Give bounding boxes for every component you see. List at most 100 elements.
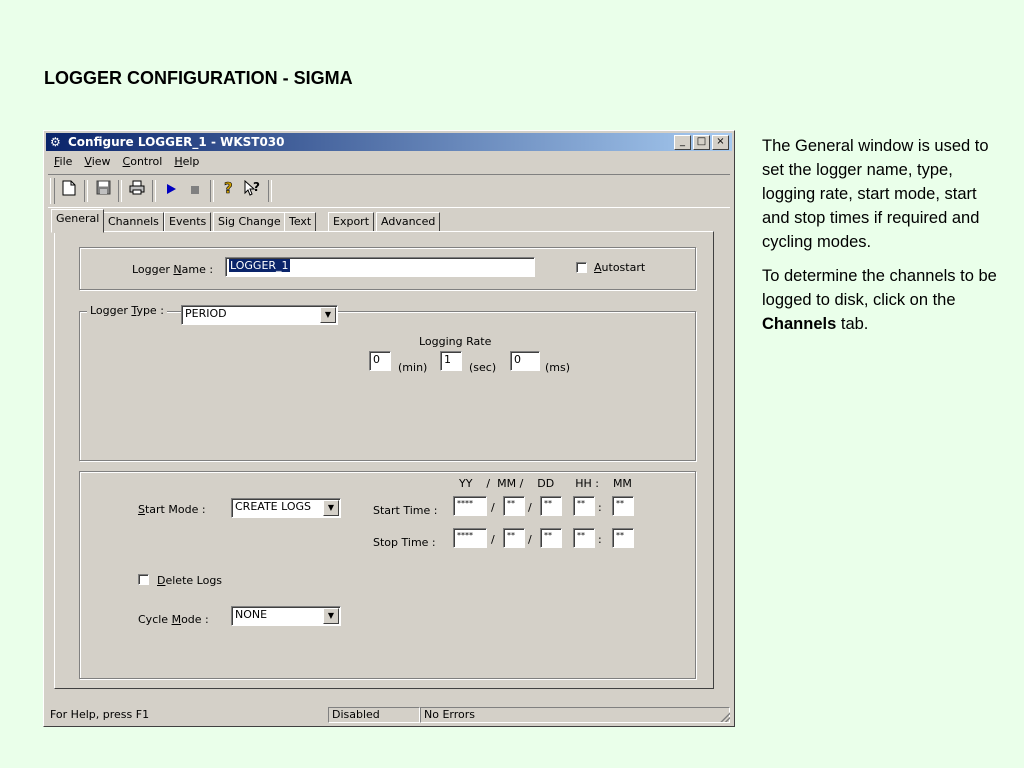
window-title: Configure LOGGER_1 - WKST030 — [68, 135, 285, 149]
menu-help-label: elp — [182, 155, 200, 168]
cycle-mode-value: NONE — [235, 608, 268, 621]
chevron-down-icon[interactable]: ▼ — [320, 307, 336, 323]
logger-name-input[interactable]: LOGGER_1 — [225, 257, 535, 277]
autostart-checkbox[interactable] — [576, 262, 587, 273]
start-mode-label-key: S — [138, 503, 145, 516]
logging-rate-label: Logging Rate — [419, 335, 492, 348]
time-separator: : — [598, 533, 602, 546]
chevron-down-icon[interactable]: ▼ — [323, 608, 339, 624]
logger-type-label-post: ype : — [136, 304, 164, 317]
start-time-label: Start Time : — [373, 504, 438, 517]
tab-text[interactable]: Text — [284, 212, 317, 232]
start-time-month-input[interactable]: ** — [503, 496, 525, 516]
context-help-icon[interactable]: ? — [242, 179, 264, 202]
menu-file[interactable]: File — [48, 153, 78, 171]
cycle-mode-label-post: ode : — [181, 613, 209, 626]
description-bold-channels: Channels — [762, 315, 837, 333]
toolbar-separator — [210, 180, 214, 202]
resize-grip-icon[interactable] — [718, 710, 730, 722]
delete-logs-checkbox[interactable] — [138, 574, 149, 585]
slide-title: LOGGER CONFIGURATION - SIGMA — [44, 68, 353, 88]
play-icon[interactable] — [160, 180, 182, 202]
stop-time-hour-input[interactable]: ** — [573, 528, 595, 548]
stop-icon[interactable] — [184, 180, 206, 202]
print-icon[interactable] — [126, 180, 148, 202]
tab-advanced[interactable]: Advanced — [376, 212, 441, 232]
chevron-down-icon[interactable]: ▼ — [323, 500, 339, 516]
stop-time-day-input[interactable]: ** — [540, 528, 562, 548]
logger-name-value: LOGGER_1 — [229, 259, 290, 272]
tab-export[interactable]: Export — [328, 212, 375, 232]
tab-events[interactable]: Events — [164, 212, 212, 232]
configure-window: ⚙ Configure LOGGER_1 - WKST030 _ □ × Fil… — [43, 130, 735, 727]
description-text: To determine the channels to be logged t… — [762, 267, 997, 309]
menu-help-key: H — [174, 155, 183, 168]
logger-type-label-pre: Logger — [90, 304, 132, 317]
toolbar-separator — [84, 180, 88, 202]
tab-general[interactable]: General — [51, 209, 105, 233]
minimize-button[interactable]: _ — [674, 135, 691, 150]
menu-control-label: ontrol — [130, 155, 163, 168]
logging-rate-min-input[interactable]: 0 — [369, 351, 391, 371]
cycle-mode-select[interactable]: NONE ▼ — [231, 606, 341, 626]
logger-name-label-post: ame : — [181, 263, 214, 276]
logger-type-label: Logger Type : — [87, 304, 167, 318]
save-icon[interactable] — [92, 180, 114, 202]
app-icon: ⚙ — [50, 135, 61, 149]
tab-channels[interactable]: Channels — [103, 212, 164, 232]
menu-view[interactable]: View — [78, 153, 116, 171]
help-icon[interactable]: ? — [218, 179, 240, 202]
close-button[interactable]: × — [712, 135, 729, 150]
logging-rate-min-unit: (min) — [398, 361, 428, 374]
toolbar-separator — [268, 180, 272, 202]
logger-type-select[interactable]: PERIOD ▼ — [181, 305, 338, 325]
tab-sig-change[interactable]: Sig Change — [213, 212, 286, 232]
start-time-hour-input[interactable]: ** — [573, 496, 595, 516]
stop-time-label: Stop Time : — [373, 536, 436, 549]
menu-file-label: ile — [59, 155, 73, 168]
logging-rate-sec-input[interactable]: 1 — [440, 351, 462, 371]
logging-rate-ms-input[interactable]: 0 — [510, 351, 540, 371]
logger-name-label: Logger Name : — [132, 263, 213, 277]
date-separator: / — [491, 501, 495, 514]
general-tab-panel: Logger Name : LOGGER_1 Autostart Logger … — [54, 231, 714, 689]
autostart-label-key: A — [594, 261, 602, 274]
status-bar: For Help, press F1 Disabled No Errors — [46, 706, 732, 724]
stop-time-month-input[interactable]: ** — [503, 528, 525, 548]
toolbar-separator — [118, 180, 122, 202]
cycle-mode-label-pre: Cycle — [138, 613, 172, 626]
maximize-button[interactable]: □ — [693, 135, 710, 150]
toolbar-grip[interactable] — [50, 178, 55, 204]
status-state: Disabled — [328, 707, 420, 723]
toolbar: ? ? — [48, 174, 730, 208]
description-text-end: tab. — [836, 315, 869, 333]
cycle-mode-label-key: M — [171, 613, 182, 626]
logger-type-group — [79, 311, 696, 461]
new-document-icon[interactable] — [58, 180, 80, 202]
svg-text:?: ? — [253, 180, 260, 194]
start-mode-select[interactable]: CREATE LOGS ▼ — [231, 498, 341, 518]
logging-rate-sec-unit: (sec) — [469, 361, 497, 374]
window-titlebar[interactable]: ⚙ Configure LOGGER_1 - WKST030 _ □ × — [46, 133, 732, 151]
start-time-day-input[interactable]: ** — [540, 496, 562, 516]
stop-time-year-input[interactable]: **** — [453, 528, 487, 548]
description-paragraph-1: The General window is used to set the lo… — [762, 137, 989, 251]
start-mode-label: Start Mode : — [138, 503, 206, 517]
autostart-label[interactable]: Autostart — [594, 261, 645, 275]
delete-logs-label[interactable]: Delete Logs — [157, 574, 222, 588]
time-separator: : — [598, 501, 602, 514]
start-time-minute-input[interactable]: ** — [612, 496, 634, 516]
svg-text:?: ? — [224, 180, 233, 196]
date-separator: / — [528, 501, 532, 514]
logger-name-label-pre: Logger — [132, 263, 174, 276]
menubar: File View Control Help — [48, 153, 205, 171]
delete-logs-label-rest: elete Logs — [165, 574, 223, 587]
menu-control[interactable]: Control — [117, 153, 169, 171]
start-time-year-input[interactable]: **** — [453, 496, 487, 516]
stop-time-minute-input[interactable]: ** — [612, 528, 634, 548]
toolbar-separator — [152, 180, 156, 202]
menu-view-label: iew — [91, 155, 111, 168]
description-paragraph-2: To determine the channels to be logged t… — [762, 264, 1002, 336]
autostart-label-rest: utostart — [601, 261, 646, 274]
menu-help[interactable]: Help — [168, 153, 205, 171]
